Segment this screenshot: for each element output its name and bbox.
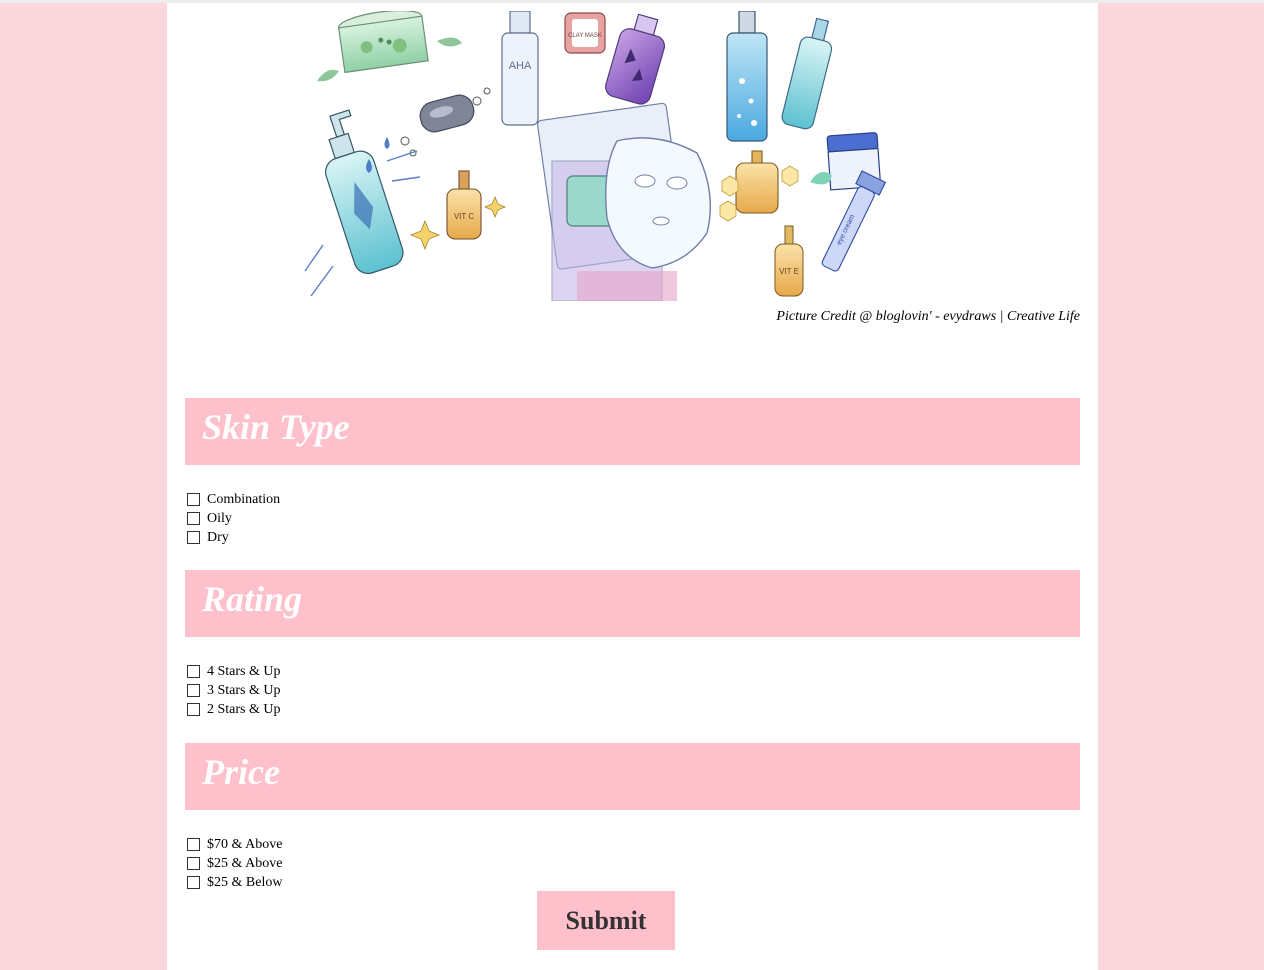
svg-text:VIT C: VIT C [454,212,475,221]
section-title: Skin Type [202,407,350,447]
section-header-price: Price [185,743,1080,810]
image-credit: Picture Credit @ bloglovin' - evydraws |… [776,309,1080,325]
checkbox[interactable] [187,703,200,716]
sheet-mask [536,102,711,301]
cyan-serum [781,17,833,130]
option-70-above[interactable]: $70 & Above [187,835,282,854]
option-25-above[interactable]: $25 & Above [187,854,282,873]
rating-options: 4 Stars & Up 3 Stars & Up 2 Stars & Up [187,662,281,719]
option-label: Combination [207,491,281,507]
option-4-stars[interactable]: 4 Stars & Up [187,662,281,681]
honey-serum [719,150,799,222]
option-label: Oily [207,510,232,526]
svg-text:VIT E: VIT E [779,267,799,276]
option-dry[interactable]: Dry [187,528,280,547]
green-jar [337,11,429,74]
clay-mask-tube: CLAY MASK [564,12,606,54]
credit-link-evydraws[interactable]: Picture Credit @ bloglovin' - evydraws [776,309,996,324]
submit-button[interactable]: Submit [537,891,675,950]
vit-c-dropper: VIT C [446,170,482,240]
section-title: Price [202,752,280,792]
aha-bottle: AHA [501,11,539,126]
section-header-skin-type: Skin Type [185,398,1080,465]
option-oily[interactable]: Oily [187,509,280,528]
checkbox[interactable] [187,857,200,870]
section-header-rating: Rating [185,570,1080,637]
option-label: Dry [207,529,229,545]
svg-text:AHA: AHA [509,60,532,72]
option-label: 4 Stars & Up [207,663,281,679]
option-label: 3 Stars & Up [207,682,281,698]
option-3-stars[interactable]: 3 Stars & Up [187,681,281,700]
big-pump-bottle [325,109,404,275]
option-25-below[interactable]: $25 & Below [187,873,282,892]
option-label: $25 & Below [207,874,283,890]
option-2-stars[interactable]: 2 Stars & Up [187,700,281,719]
price-options: $70 & Above $25 & Above $25 & Below [187,835,282,892]
option-combination[interactable]: Combination [187,490,280,509]
purple-bottle [605,13,666,105]
skincare-illustration: AHA CLAY MASK VIT C VIT E eye cream [304,11,887,301]
credit-link-creative-life[interactable]: Creative Life [1007,309,1080,324]
option-label: $25 & Above [207,855,283,871]
form-page: AHA CLAY MASK VIT C VIT E eye cream Pict… [167,3,1098,970]
blue-pump-bottle [726,11,768,142]
checkbox[interactable] [187,838,200,851]
checkbox[interactable] [187,876,200,889]
svg-text:CLAY MASK: CLAY MASK [568,33,602,39]
checkbox[interactable] [187,531,200,544]
skin-type-options: Combination Oily Dry [187,490,280,547]
vit-e-dropper: VIT E [774,225,804,297]
section-title: Rating [202,579,303,619]
option-label: $70 & Above [207,836,283,852]
checkbox[interactable] [187,665,200,678]
checkbox[interactable] [187,493,200,506]
checkbox[interactable] [187,512,200,525]
credit-separator: | [999,309,1004,324]
soap-bar [419,94,475,133]
checkbox[interactable] [187,684,200,697]
option-label: 2 Stars & Up [207,701,281,717]
